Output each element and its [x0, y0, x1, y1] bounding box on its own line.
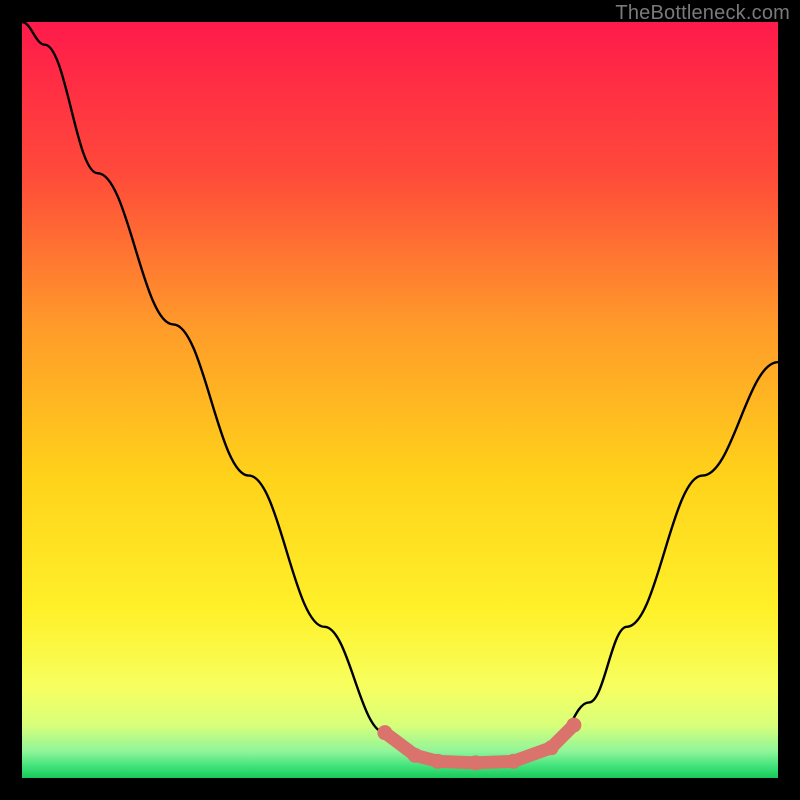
optimal-marker — [377, 718, 581, 771]
curve-layer — [22, 22, 778, 778]
bottleneck-curve — [22, 22, 778, 763]
optimal-marker-dot — [408, 748, 423, 763]
plot-area — [22, 22, 778, 778]
optimal-marker-dot — [544, 740, 559, 755]
optimal-marker-dot — [506, 754, 521, 769]
chart-frame: TheBottleneck.com — [0, 0, 800, 800]
watermark-text: TheBottleneck.com — [615, 2, 790, 25]
optimal-marker-dot — [430, 754, 445, 769]
optimal-marker-dot — [566, 718, 581, 733]
optimal-marker-dot — [468, 755, 483, 770]
optimal-marker-dot — [377, 725, 392, 740]
